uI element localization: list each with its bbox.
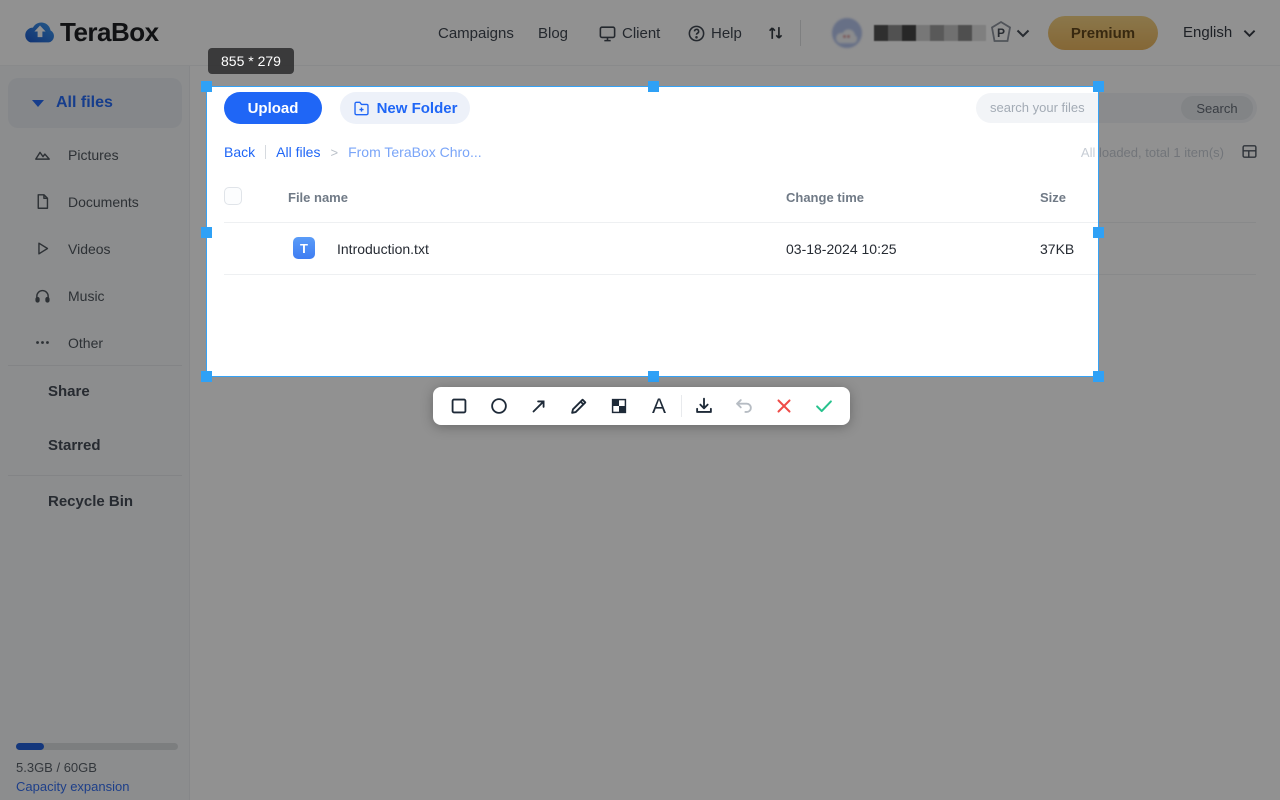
ellipse-tool-icon[interactable] (479, 387, 519, 425)
sidebar-item-share[interactable]: Share (48, 383, 90, 400)
search-button[interactable]: Search (1181, 96, 1253, 120)
music-icon (35, 289, 50, 303)
text-tool-icon[interactable]: A (639, 387, 679, 425)
storage-progress-bar (16, 743, 178, 750)
toolbar-divider (681, 395, 682, 417)
transfer-list-icon[interactable] (766, 23, 786, 43)
resize-handle-top-right[interactable] (1093, 81, 1104, 92)
sidebar: All files Pictures Documents Videos Musi… (0, 66, 190, 800)
terabox-logo-icon (25, 22, 54, 43)
videos-icon (38, 242, 49, 255)
list-status: All loaded, total 1 item(s) (1080, 145, 1224, 160)
storage-progress-fill (16, 743, 44, 750)
premium-badge-icon: P (991, 20, 1011, 42)
sidebar-divider (8, 475, 182, 476)
resize-handle-bottom-right[interactable] (1093, 371, 1104, 382)
terabox-app: TeraBox Campaigns Blog Client Help P Pre… (0, 0, 1280, 800)
sidebar-item-music[interactable]: Music (0, 285, 190, 309)
undo-icon[interactable] (724, 387, 764, 425)
sidebar-divider (8, 365, 182, 366)
pictures-icon (35, 151, 50, 160)
view-toggle-grid-icon[interactable] (1241, 143, 1258, 160)
capture-annotation-toolbar: A (433, 387, 850, 425)
documents-icon (37, 194, 49, 209)
pencil-tool-icon[interactable] (559, 387, 599, 425)
sidebar-item-pictures[interactable]: Pictures (0, 144, 190, 168)
language-selector[interactable]: English (1183, 24, 1232, 41)
ellipsis-icon (36, 341, 49, 344)
brand-name: TeraBox (60, 17, 159, 47)
capacity-expansion-link[interactable]: Capacity expansion (16, 779, 129, 794)
sidebar-item-all-files[interactable]: All files (8, 78, 182, 128)
nav-client[interactable]: Client (622, 25, 660, 42)
selection-dimensions-label: 855 * 279 (208, 48, 294, 74)
resize-handle-mid-left[interactable] (201, 227, 212, 238)
top-header: TeraBox Campaigns Blog Client Help P Pre… (0, 0, 1280, 66)
nav-blog[interactable]: Blog (538, 25, 568, 42)
confirm-capture-icon[interactable] (804, 387, 844, 425)
premium-button[interactable]: Premium (1048, 16, 1158, 50)
resize-handle-top-center[interactable] (648, 81, 659, 92)
language-chevron-down-icon[interactable] (1243, 29, 1256, 38)
arrow-tool-icon[interactable] (519, 387, 559, 425)
sidebar-item-label: All files (56, 94, 113, 111)
download-capture-icon[interactable] (684, 387, 724, 425)
sidebar-item-starred[interactable]: Starred (48, 437, 101, 454)
screenshot-selection-region[interactable] (201, 81, 1104, 382)
resize-handle-bottom-left[interactable] (201, 371, 212, 382)
censored-username (874, 25, 986, 41)
collapse-triangle-icon (32, 100, 44, 107)
resize-handle-mid-right[interactable] (1093, 227, 1104, 238)
rectangle-tool-icon[interactable] (439, 387, 479, 425)
help-icon (688, 25, 705, 42)
nav-help[interactable]: Help (711, 25, 742, 42)
sidebar-item-other[interactable]: Other (0, 332, 190, 356)
account-chevron-down-icon[interactable] (1016, 29, 1030, 38)
header-divider (800, 20, 801, 46)
sidebar-item-recycle-bin[interactable]: Recycle Bin (48, 493, 133, 510)
nav-campaigns[interactable]: Campaigns (438, 25, 514, 42)
resize-handle-top-left[interactable] (201, 81, 212, 92)
sidebar-item-videos[interactable]: Videos (0, 238, 190, 262)
storage-usage: 5.3GB / 60GB (16, 760, 97, 775)
resize-handle-bottom-center[interactable] (648, 371, 659, 382)
sidebar-item-documents[interactable]: Documents (0, 191, 190, 215)
monitor-icon (599, 26, 616, 42)
cancel-capture-icon[interactable] (764, 387, 804, 425)
avatar[interactable] (832, 18, 862, 48)
svg-text:P: P (997, 26, 1005, 40)
mosaic-tool-icon[interactable] (599, 387, 639, 425)
